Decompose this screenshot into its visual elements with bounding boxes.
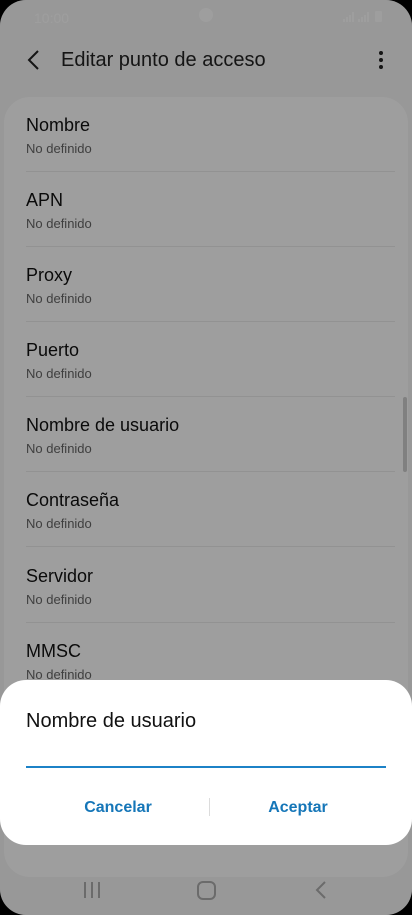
username-input[interactable] xyxy=(26,752,386,768)
accept-button[interactable]: Aceptar xyxy=(208,790,388,826)
home-icon[interactable] xyxy=(197,881,216,900)
back-icon[interactable] xyxy=(314,880,328,900)
phone-screen: 10:00 Editar punto de acceso Nombre No d… xyxy=(0,0,412,915)
dialog-title: Nombre de usuario xyxy=(26,710,197,732)
dialog-buttons: Cancelar Aceptar xyxy=(0,790,412,826)
cancel-button[interactable]: Cancelar xyxy=(28,790,208,826)
navigation-bar xyxy=(0,862,412,915)
recents-icon[interactable] xyxy=(84,882,100,898)
